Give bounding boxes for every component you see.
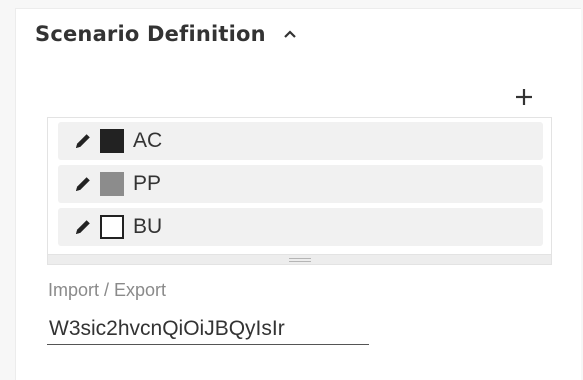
grip-icon — [288, 257, 311, 262]
scenario-row[interactable]: PP — [58, 165, 543, 203]
import-export-label: Import / Export — [48, 280, 167, 300]
list-resize-handle[interactable] — [48, 254, 551, 264]
section-title: Scenario Definition — [35, 22, 266, 46]
page: Scenario Definition AC PP BU Import / Expo… — [0, 0, 583, 380]
plus-icon — [516, 89, 532, 105]
scenario-row[interactable]: AC — [58, 122, 543, 160]
pencil-icon[interactable] — [72, 130, 94, 152]
import-export-input[interactable] — [47, 313, 369, 345]
scenario-rows: AC PP BU — [58, 122, 543, 251]
pencil-icon[interactable] — [72, 216, 94, 238]
scenario-definition-header[interactable]: Scenario Definition — [35, 22, 298, 46]
chevron-up-icon[interactable] — [282, 26, 298, 42]
color-swatch[interactable] — [100, 172, 124, 196]
scenario-label: BU — [133, 215, 163, 238]
add-scenario-button[interactable] — [507, 80, 541, 114]
scenario-list: AC PP BU — [47, 117, 552, 265]
scenario-label: AC — [133, 129, 163, 152]
scenario-label: PP — [133, 172, 162, 195]
color-swatch[interactable] — [100, 215, 124, 239]
color-swatch[interactable] — [100, 129, 124, 153]
pencil-icon[interactable] — [72, 173, 94, 195]
scenario-row[interactable]: BU — [58, 208, 543, 246]
